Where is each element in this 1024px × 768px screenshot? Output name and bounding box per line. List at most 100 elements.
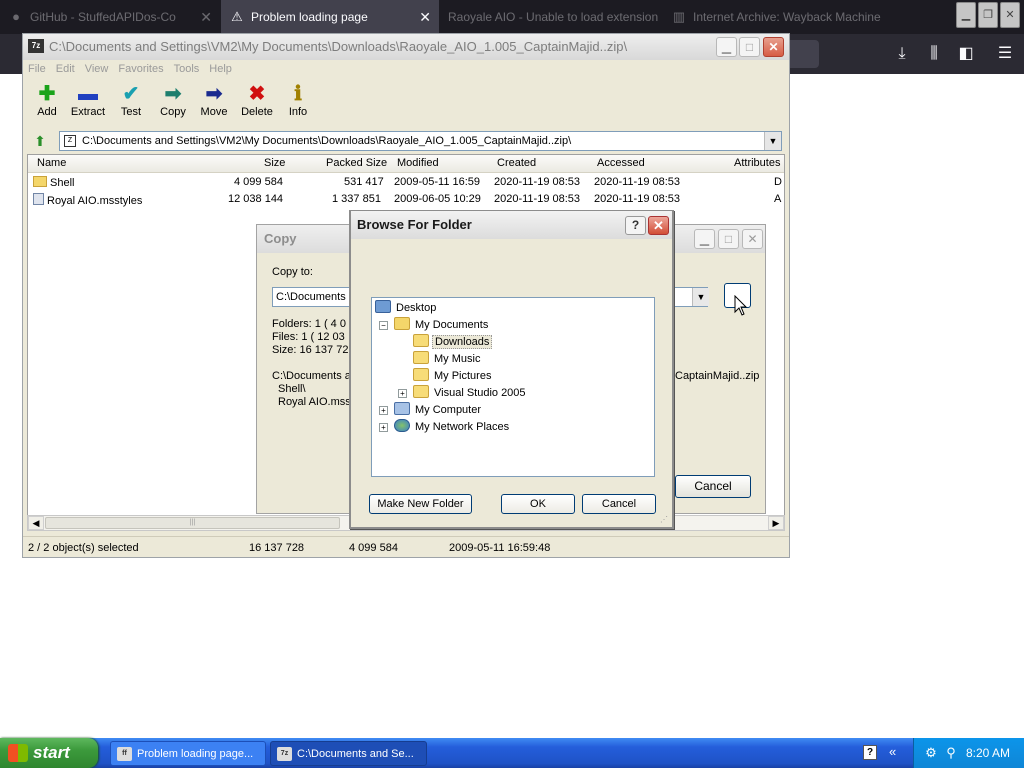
column-headers: Name Size Packed Size Modified Created A… (28, 155, 784, 173)
column-name[interactable]: Name (37, 157, 66, 169)
resize-grip-icon[interactable]: ⋰ (660, 515, 670, 525)
column-size[interactable]: Size (264, 157, 285, 169)
tree-item-visual-studio-2005[interactable]: Visual Studio 2005 (413, 385, 528, 401)
browser-close-button[interactable]: ✕ (1000, 2, 1020, 28)
delete-icon: ✖ (248, 83, 266, 105)
column-attributes[interactable]: Attributes (734, 157, 780, 169)
browser-tab-bar: ● GitHub - StuffedAPIDos-Co ✕ ⚠ Problem … (0, 0, 1024, 34)
maximize-button[interactable]: □ (718, 229, 739, 249)
my-documents-icon (394, 317, 410, 330)
warning-icon: ⚠ (231, 9, 243, 24)
browser-tab-archive[interactable]: ▥ Internet Archive: Wayback Machine (663, 0, 883, 34)
chevron-down-icon[interactable]: ▼ (764, 132, 781, 150)
help-tray-icon[interactable]: ? (863, 745, 877, 760)
desktop-icon (375, 300, 391, 313)
ok-button[interactable]: OK (501, 494, 575, 514)
column-created[interactable]: Created (497, 157, 536, 169)
minimize-button[interactable]: ▁ (694, 229, 715, 249)
info-button[interactable]: ℹ Info (276, 82, 320, 118)
tree-item-my-network-places[interactable]: My Network Places (394, 419, 511, 435)
copy-to-label: Copy to: (272, 266, 313, 278)
menu-bar: File Edit View Favorites Tools Help (23, 60, 789, 78)
copy-button[interactable]: ➡ Copy (151, 82, 195, 118)
column-modified[interactable]: Modified (397, 157, 439, 169)
scroll-left-icon[interactable]: ◀ (28, 516, 44, 530)
sidebar-icon[interactable]: ◧ (954, 42, 978, 66)
info-icon: ℹ (294, 83, 302, 105)
tree-item-my-computer[interactable]: My Computer (394, 402, 483, 418)
scroll-right-icon[interactable]: ▶ (768, 516, 784, 530)
menu-file[interactable]: File (23, 60, 51, 75)
browser-tab-github[interactable]: ● GitHub - StuffedAPIDos-Co ✕ (0, 0, 220, 34)
browser-minimize-button[interactable]: ▁ (956, 2, 976, 28)
collapse-icon[interactable]: − (379, 321, 388, 330)
help-button[interactable]: ? (625, 216, 646, 235)
copy-cancel-button[interactable]: Cancel (675, 475, 751, 498)
test-button[interactable]: ✔ Test (109, 82, 153, 118)
up-folder-icon[interactable]: ⬆ (29, 132, 51, 150)
network-tray-icon[interactable]: ⚙ (923, 745, 939, 761)
taskbar-item-firefox[interactable]: ff Problem loading page... (110, 741, 266, 766)
make-new-folder-button[interactable]: Make New Folder (369, 494, 472, 514)
close-tab-icon[interactable]: ✕ (419, 0, 431, 34)
tree-item-my-music[interactable]: My Music (413, 351, 482, 367)
close-button[interactable]: ✕ (763, 37, 784, 57)
browser-tab-raoyale[interactable]: Raoyale AIO - Unable to load extension (440, 0, 662, 34)
extract-icon: ▬ (78, 83, 98, 105)
downloads-icon[interactable]: ⤓ (890, 42, 914, 66)
7zip-title-bar[interactable]: 7z C:\Documents and Settings\VM2\My Docu… (23, 34, 789, 60)
chevron-down-icon[interactable]: ▼ (692, 288, 709, 306)
folder-icon (33, 176, 47, 187)
menu-icon[interactable]: ☰ (993, 42, 1017, 66)
close-tab-icon[interactable]: ✕ (200, 0, 212, 34)
column-packed-size[interactable]: Packed Size (326, 157, 387, 169)
table-row[interactable]: Shell 4 099 584 531 417 2009-05-11 16:59… (28, 174, 784, 191)
folder-icon (413, 385, 429, 398)
tray-expand-icon[interactable]: « (889, 744, 896, 759)
archive-icon: ▥ (672, 9, 686, 24)
search-tray-icon[interactable]: ⚲ (943, 745, 959, 761)
tree-item-downloads[interactable]: Downloads (413, 334, 493, 350)
extract-button[interactable]: ▬ Extract (66, 82, 110, 118)
expand-icon[interactable]: + (398, 389, 407, 398)
column-accessed[interactable]: Accessed (597, 157, 645, 169)
file-icon (33, 193, 44, 205)
taskbar-item-7zip[interactable]: 7z C:\Documents and Se... (270, 741, 427, 766)
folder-tree: Desktop − My Documents Downloads My Musi… (371, 297, 655, 477)
browser-tab-problem-loading[interactable]: ⚠ Problem loading page ✕ (221, 0, 439, 34)
add-button[interactable]: ✚ Add (25, 82, 69, 118)
archive-icon: Z (64, 135, 76, 147)
browse-dialog-title: Browse For Folder (351, 211, 672, 239)
computer-icon (394, 402, 410, 415)
start-button[interactable]: start (0, 738, 98, 768)
scroll-thumb[interactable]: ||| (45, 517, 340, 529)
address-bar[interactable]: Z C:\Documents and Settings\VM2\My Docum… (59, 131, 782, 151)
menu-help[interactable]: Help (204, 60, 237, 75)
add-icon: ✚ (38, 83, 56, 105)
close-button[interactable]: ✕ (742, 229, 763, 249)
move-button[interactable]: ➡ Move (192, 82, 236, 118)
library-icon[interactable]: ⫼ (922, 42, 946, 66)
delete-button[interactable]: ✖ Delete (235, 82, 279, 118)
menu-favorites[interactable]: Favorites (113, 60, 168, 75)
tree-item-my-documents[interactable]: My Documents (394, 317, 490, 333)
expand-icon[interactable]: + (379, 406, 388, 415)
url-bar[interactable] (785, 40, 819, 68)
tree-item-desktop[interactable]: Desktop (375, 300, 438, 316)
maximize-button[interactable]: □ (739, 37, 760, 57)
menu-view[interactable]: View (80, 60, 114, 75)
github-icon: ● (12, 9, 20, 24)
browser-restore-button[interactable]: ❐ (978, 2, 998, 28)
pictures-folder-icon (413, 368, 429, 381)
menu-edit[interactable]: Edit (51, 60, 80, 75)
table-row[interactable]: Royal AIO.msstyles 12 038 144 1 337 851 … (28, 191, 784, 208)
cancel-button[interactable]: Cancel (582, 494, 656, 514)
minimize-button[interactable]: ▁ (716, 37, 737, 57)
expand-icon[interactable]: + (379, 423, 388, 432)
7zip-app-icon: 7z (28, 39, 44, 53)
close-button[interactable]: ✕ (648, 216, 669, 235)
system-tray: ⚙ ⚲ 8:20 AM (913, 738, 1024, 768)
menu-tools[interactable]: Tools (169, 60, 205, 75)
browse-for-folder-dialog: Browse For Folder ? ✕ Desktop − My Docum… (349, 210, 674, 529)
tree-item-my-pictures[interactable]: My Pictures (413, 368, 493, 384)
